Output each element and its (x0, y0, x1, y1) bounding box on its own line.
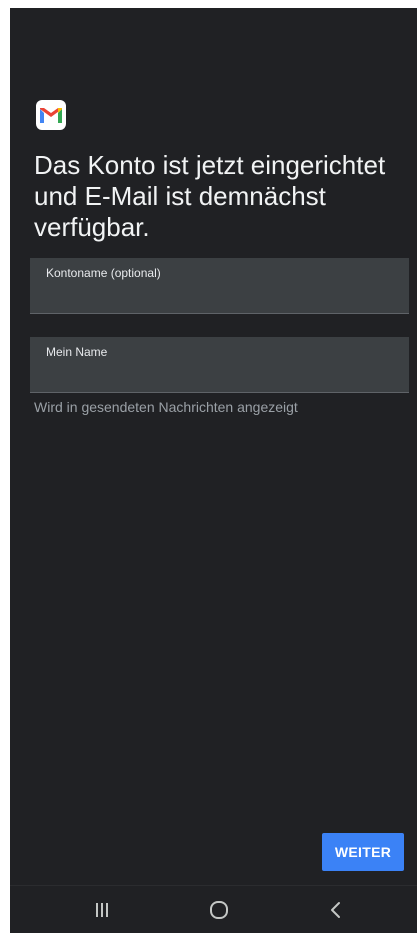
my-name-label: Mein Name (46, 345, 108, 359)
account-name-field[interactable]: Kontoname (optional) (30, 258, 409, 314)
back-icon (331, 902, 340, 918)
account-name-label: Kontoname (optional) (46, 266, 161, 280)
system-navigation-bar (10, 885, 417, 933)
continue-button[interactable]: WEITER (322, 833, 404, 871)
my-name-helper-text: Wird in gesendeten Nachrichten angezeigt (34, 399, 298, 415)
my-name-field[interactable]: Mein Name (30, 337, 409, 393)
my-name-input[interactable] (46, 363, 386, 387)
recent-apps-icon (96, 903, 108, 917)
setup-screen: Das Konto ist jetzt eingerichtet und E-M… (10, 8, 417, 933)
home-button[interactable] (189, 886, 249, 933)
setup-complete-headline: Das Konto ist jetzt eingerichtet und E-M… (34, 150, 386, 242)
gmail-logo-graphic (40, 108, 62, 123)
back-button[interactable] (306, 886, 366, 933)
home-icon (210, 901, 228, 919)
gmail-icon (36, 100, 66, 130)
account-name-input[interactable] (46, 284, 386, 308)
recent-apps-button[interactable] (72, 886, 132, 933)
